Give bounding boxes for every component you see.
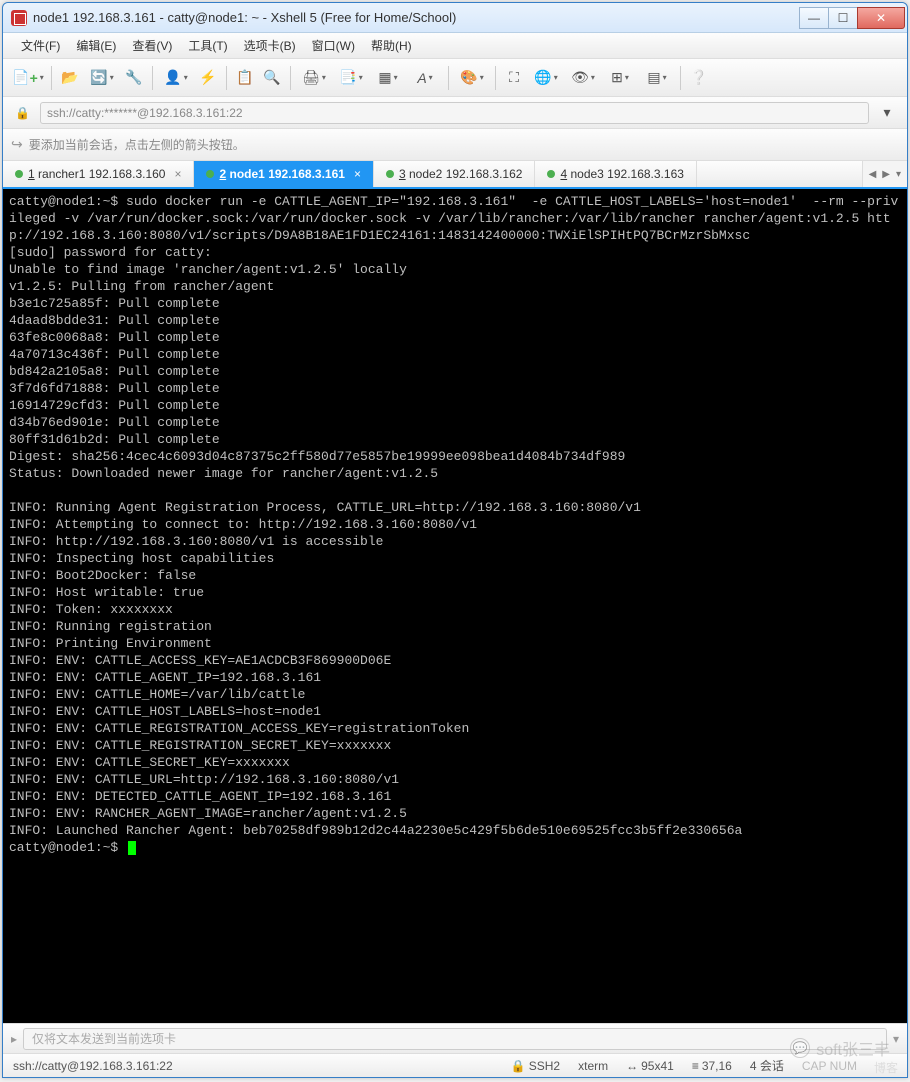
- app-icon: [11, 10, 27, 26]
- tip-text: 要添加当前会话，点击左侧的箭头按钮。: [29, 136, 245, 153]
- cursor-icon: [128, 841, 136, 855]
- fullscreen-button[interactable]: ⛶: [502, 66, 526, 90]
- status-dot-icon: [547, 170, 555, 178]
- color-button[interactable]: 🎨▾: [455, 66, 489, 90]
- find-button[interactable]: 🔍: [260, 66, 284, 90]
- tab-node3[interactable]: 4 node3 192.168.3.163: [535, 161, 696, 187]
- status-dot-icon: [386, 170, 394, 178]
- separator: [226, 66, 227, 90]
- close-button[interactable]: ✕: [857, 7, 905, 29]
- menu-view[interactable]: 查看(V): [124, 33, 180, 58]
- address-input[interactable]: ssh://catty:*******@192.168.3.161:22: [40, 102, 869, 124]
- open-button[interactable]: 📂: [58, 66, 82, 90]
- compose-input[interactable]: 仅将文本发送到当前选项卡: [23, 1028, 887, 1050]
- tab-nav: ◀ ▶ ▾: [862, 161, 907, 187]
- tile-button[interactable]: ▤▾: [640, 66, 674, 90]
- arrow-icon[interactable]: ↪: [11, 136, 23, 153]
- address-dropdown-button[interactable]: ▾: [875, 101, 899, 125]
- properties-button[interactable]: 🔧: [122, 66, 146, 90]
- log-button[interactable]: 📑▾: [334, 66, 368, 90]
- tab-node1[interactable]: 2 node1 192.168.3.161 ×: [194, 161, 373, 187]
- position-icon: ≡: [692, 1059, 699, 1073]
- tab-label: 1 rancher1 192.168.3.160: [28, 167, 165, 181]
- window-button[interactable]: ⊞▾: [603, 66, 637, 90]
- status-dot-icon: [206, 170, 214, 178]
- terminal[interactable]: catty@node1:~$ sudo docker run -e CATTLE…: [3, 189, 907, 1023]
- status-term: xterm: [578, 1059, 608, 1073]
- lock-icon: 🔒: [15, 106, 30, 120]
- separator: [495, 66, 496, 90]
- menu-window[interactable]: 窗口(W): [304, 33, 363, 58]
- layout1-button[interactable]: ▦▾: [371, 66, 405, 90]
- resize-icon: ↔: [626, 1059, 638, 1073]
- bottom-input-row: ▸ 仅将文本发送到当前选项卡 ▾: [3, 1023, 907, 1053]
- copy-button[interactable]: 📋: [233, 66, 257, 90]
- separator: [448, 66, 449, 90]
- menu-file[interactable]: 文件(F): [13, 33, 68, 58]
- status-size: ↔ 95x41: [626, 1059, 674, 1073]
- print-button[interactable]: 🖨▾: [297, 66, 331, 90]
- terminal-prompt: catty@node1:~$: [9, 840, 126, 855]
- xshell-window: node1 192.168.3.161 - catty@node1: ~ - X…: [2, 2, 908, 1078]
- minimize-button[interactable]: —: [799, 7, 829, 29]
- separator: [152, 66, 153, 90]
- toggle-icon[interactable]: ▸: [11, 1032, 17, 1046]
- tab-list-icon[interactable]: ▾: [896, 169, 901, 180]
- status-pos: ≡ 37,16: [692, 1059, 732, 1073]
- maximize-button[interactable]: ☐: [828, 7, 858, 29]
- compose-placeholder: 仅将文本发送到当前选项卡: [32, 1030, 176, 1047]
- toolbar: 📄+▾ 📂 🔄▾ 🔧 👤▾ ⚡ 📋 🔍 🖨▾ 📑▾ ▦▾ A▾ 🎨▾ ⛶ 🌐▾ …: [3, 59, 907, 97]
- separator: [51, 66, 52, 90]
- separator: [680, 66, 681, 90]
- help-button[interactable]: ❔: [687, 66, 711, 90]
- address-text: ssh://catty:*******@192.168.3.161:22: [47, 106, 243, 120]
- menu-help[interactable]: 帮助(H): [363, 33, 420, 58]
- send-dropdown-icon[interactable]: ▾: [893, 1032, 899, 1046]
- lock-icon: 🔒: [511, 1059, 526, 1073]
- font-button[interactable]: A▾: [408, 66, 442, 90]
- status-caps: CAP NUM: [802, 1059, 857, 1073]
- titlebar[interactable]: node1 192.168.3.161 - catty@node1: ~ - X…: [3, 3, 907, 33]
- menu-edit[interactable]: 编辑(E): [68, 33, 124, 58]
- tab-node2[interactable]: 3 node2 192.168.3.162: [374, 161, 535, 187]
- addressbar: 🔒 ssh://catty:*******@192.168.3.161:22 ▾: [3, 97, 907, 129]
- view-button[interactable]: 👁▾: [566, 66, 600, 90]
- statusbar: ssh://catty@192.168.3.161:22 🔒SSH2 xterm…: [3, 1053, 907, 1077]
- separator: [290, 66, 291, 90]
- tabstrip: 1 rancher1 192.168.3.160 × 2 node1 192.1…: [3, 161, 907, 189]
- status-sessions: 4 会话: [750, 1057, 784, 1074]
- terminal-output: catty@node1:~$ sudo docker run -e CATTLE…: [9, 194, 898, 838]
- menu-tab[interactable]: 选项卡(B): [236, 33, 304, 58]
- tipbar: ↪ 要添加当前会话，点击左侧的箭头按钮。: [3, 129, 907, 161]
- tab-next-icon[interactable]: ▶: [882, 169, 890, 180]
- status-connection: ssh://catty@192.168.3.161:22: [13, 1059, 173, 1073]
- status-dot-icon: [15, 170, 23, 178]
- menubar: 文件(F) 编辑(E) 查看(V) 工具(T) 选项卡(B) 窗口(W) 帮助(…: [3, 33, 907, 59]
- tab-label: 4 node3 192.168.3.163: [560, 167, 683, 181]
- window-title: node1 192.168.3.161 - catty@node1: ~ - X…: [33, 10, 800, 25]
- status-proto: 🔒SSH2: [511, 1059, 560, 1073]
- tab-close-icon[interactable]: ×: [174, 167, 181, 181]
- encoding-button[interactable]: 🌐▾: [529, 66, 563, 90]
- tab-label: 2 node1 192.168.3.161: [219, 167, 344, 181]
- menu-tools[interactable]: 工具(T): [180, 33, 235, 58]
- quick-button[interactable]: ⚡: [196, 66, 220, 90]
- tab-close-icon[interactable]: ×: [354, 167, 361, 181]
- tab-label: 3 node2 192.168.3.162: [399, 167, 522, 181]
- tab-rancher1[interactable]: 1 rancher1 192.168.3.160 ×: [3, 161, 194, 187]
- window-buttons: — ☐ ✕: [800, 7, 905, 29]
- tab-prev-icon[interactable]: ◀: [869, 169, 877, 180]
- new-session-button[interactable]: 📄+▾: [11, 66, 45, 90]
- reconnect-button[interactable]: 🔄▾: [85, 66, 119, 90]
- user-button[interactable]: 👤▾: [159, 66, 193, 90]
